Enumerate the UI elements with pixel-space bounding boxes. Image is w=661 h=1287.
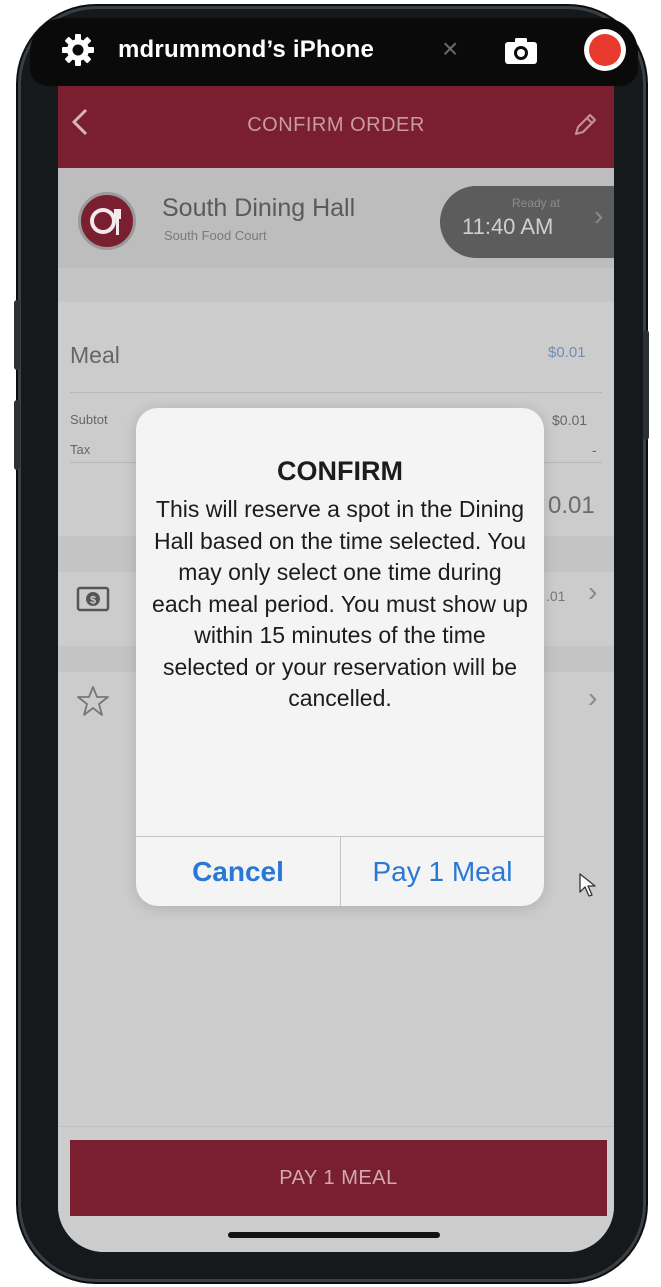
record-icon[interactable] (584, 29, 626, 71)
chevron-right-icon[interactable]: › (588, 576, 597, 608)
confirm-dialog: CONFIRM This will reserve a spot in the … (136, 408, 544, 906)
mirror-toolbar: mdrummond’s iPhone × (30, 18, 638, 86)
section-divider (58, 268, 614, 302)
location-subtitle: South Food Court (164, 228, 267, 243)
total-value: 0.01 (548, 492, 595, 519)
page-title: CONFIRM ORDER (247, 114, 425, 136)
ready-time: 11:40 AM (462, 214, 554, 239)
camera-icon[interactable] (504, 35, 538, 65)
phone-screen: CONFIRM ORDER South Dining Hall South Fo… (58, 66, 614, 1252)
location-name: South Dining Hall (162, 194, 356, 222)
star-icon[interactable] (76, 684, 110, 718)
device-name: mdrummond’s iPhone (118, 36, 375, 63)
side-button (14, 400, 20, 470)
subtotal-value: $0.01 (552, 412, 588, 428)
gear-icon[interactable] (60, 32, 96, 68)
cursor-icon (579, 873, 596, 897)
dialog-title: CONFIRM (277, 456, 403, 486)
location-row[interactable]: South Dining Hall South Food Court Ready… (58, 168, 614, 268)
ready-label: Ready at (511, 196, 561, 210)
tax-label: Tax (70, 442, 91, 457)
subtotal-label: Subtot (70, 412, 108, 427)
pay-meal-button[interactable]: PAY 1 MEAL (70, 1140, 607, 1216)
cancel-button[interactable]: Cancel (136, 838, 340, 906)
order-item-label: Meal (70, 342, 120, 368)
side-button (14, 300, 20, 370)
divider (58, 1126, 614, 1127)
svg-text:$: $ (90, 595, 96, 607)
utensils-logo-icon (78, 192, 136, 250)
dollar-card-icon: $ (76, 586, 110, 612)
order-item-price: $0.01 (548, 344, 586, 361)
chevron-right-icon: › (594, 200, 604, 231)
home-indicator[interactable] (228, 1232, 440, 1238)
side-button (643, 330, 649, 440)
dialog-message: This will reserve a spot in the Dining H… (152, 496, 528, 711)
divider (70, 392, 602, 393)
chevron-right-icon[interactable]: › (588, 682, 597, 714)
payment-amount: .01 (546, 588, 566, 604)
pencil-icon[interactable] (570, 110, 600, 140)
close-icon[interactable]: × (442, 33, 458, 65)
tax-value: - (592, 442, 597, 458)
record-dot (589, 34, 621, 66)
pay-1-meal-button[interactable]: Pay 1 Meal (341, 838, 544, 906)
